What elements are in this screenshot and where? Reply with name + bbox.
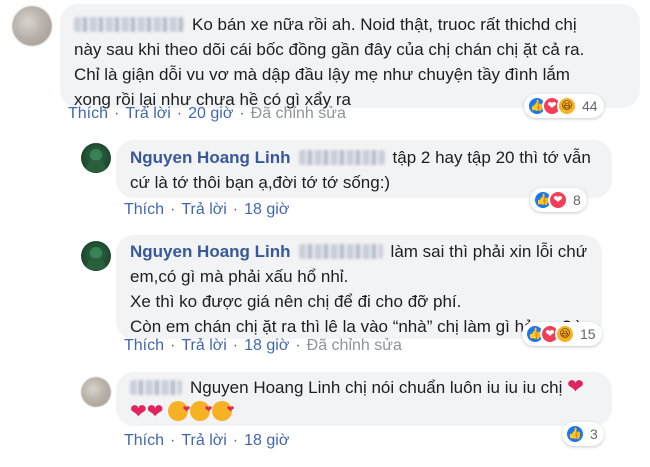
comment-text-line: Còn em chán chị ặt ra thì lê la vào “nhà… [130,317,582,336]
reactions-summary[interactable]: 👍 ❤ 😆 44 [524,94,604,118]
author-name[interactable]: Nguyen Hoang Linh [130,148,291,167]
comment-actions: Thích · Trả lời · 18 giờ [124,432,289,450]
author-name[interactable]: Nguyen Hoang Linh [130,242,291,261]
love-icon: ❤ [548,190,568,210]
separator: · [232,337,239,354]
reaction-count: 15 [580,326,596,342]
comment-text-line: này sau khi theo dõi cái bốc đồng gần đâ… [74,40,585,59]
red-heart-icon: ❤ [146,401,164,423]
reactions-summary[interactable]: 👍 ❤ 😆 15 [522,322,602,346]
edited-label[interactable]: Đã chỉnh sửa [251,105,346,123]
blurred-author-name [130,380,182,395]
red-heart-icon: ❤ [130,401,147,423]
avatar[interactable] [81,241,111,271]
blurred-tagged-name [298,150,385,165]
separator: · [176,105,183,122]
blurred-tagged-name [298,244,383,259]
comment-text-line: Nguyen Hoang Linh làm sai thì phải xin lỗ… [130,242,588,261]
avatar[interactable] [12,6,52,46]
comment-text-line: em,có gì mà phải xấu hổ nhỉ. [130,267,349,286]
like-button[interactable]: Thích [68,105,108,123]
comment-actions: Thích · Trả lời · 20 giờ · Đã chỉnh sửa [68,105,346,123]
comment-actions: Thích · Trả lời · 18 giờ · Đã chỉnh sửa [124,337,402,355]
avatar[interactable] [81,143,111,173]
reaction-count: 44 [582,98,598,114]
reply-button[interactable]: Trả lời [181,337,226,355]
blurred-author-name [74,17,184,32]
like-button[interactable]: Thích [124,201,164,219]
like-icon: 👍 [565,424,585,444]
timestamp[interactable]: 18 giờ [244,201,289,219]
separator: · [295,337,301,354]
like-button[interactable]: Thích [124,337,164,355]
comment-text-line: cứ là tớ thôi bạn ạ,đời tớ tớ sống:) [130,173,391,192]
reaction-count: 8 [573,192,581,208]
face-blowing-kiss-icon [168,397,190,422]
separator: · [239,105,245,122]
haha-icon: 😆 [555,324,575,344]
face-blowing-kiss-icon [190,397,212,422]
separator: · [114,105,120,122]
emoji-line: ❤❤ [130,397,598,425]
comment-text-line: Nguyen Hoang Linh chị nói chuẩn luôn iu … [130,375,598,400]
reaction-count: 3 [590,426,598,442]
reply-button[interactable]: Trả lời [181,432,226,450]
face-blowing-kiss-icon [212,397,234,422]
timestamp[interactable]: 18 giờ [244,432,289,450]
comment-bubble: Nguyen Hoang Linh chị nói chuẩn luôn iu … [116,372,612,426]
separator: · [170,337,176,354]
reply-button[interactable]: Trả lời [125,105,170,123]
comment-bubble: Ko bán xe nữa rồi ah. Noid thật, truoc r… [60,4,640,109]
haha-icon: 😆 [557,96,577,116]
separator: · [232,432,239,449]
timestamp[interactable]: 20 giờ [188,105,233,123]
reactions-summary[interactable]: 👍 ❤ 8 [530,188,587,212]
comment-actions: Thích · Trả lời · 18 giờ [124,201,289,219]
separator: · [170,432,176,449]
comment-text-line: Xe thì ko được giá nên chị để đi cho đỡ … [130,292,462,311]
comment-text-line: Chỉ là giận dỗi vu vơ mà dập đầu lậy mẹ … [74,65,570,84]
avatar[interactable] [81,377,111,407]
like-button[interactable]: Thích [124,432,164,450]
reactions-summary[interactable]: 👍 3 [562,422,604,446]
separator: · [232,201,239,218]
comment-text-line: Nguyen Hoang Linh tập 2 hay tập 20 thì tớ… [130,148,591,167]
reply-button[interactable]: Trả lời [181,201,226,219]
timestamp[interactable]: 18 giờ [244,337,289,355]
separator: · [170,201,176,218]
red-heart-icon: ❤ [567,376,584,398]
comment-text-line: Ko bán xe nữa rồi ah. Noid thật, truoc r… [74,12,626,37]
edited-label[interactable]: Đã chỉnh sửa [307,337,402,355]
